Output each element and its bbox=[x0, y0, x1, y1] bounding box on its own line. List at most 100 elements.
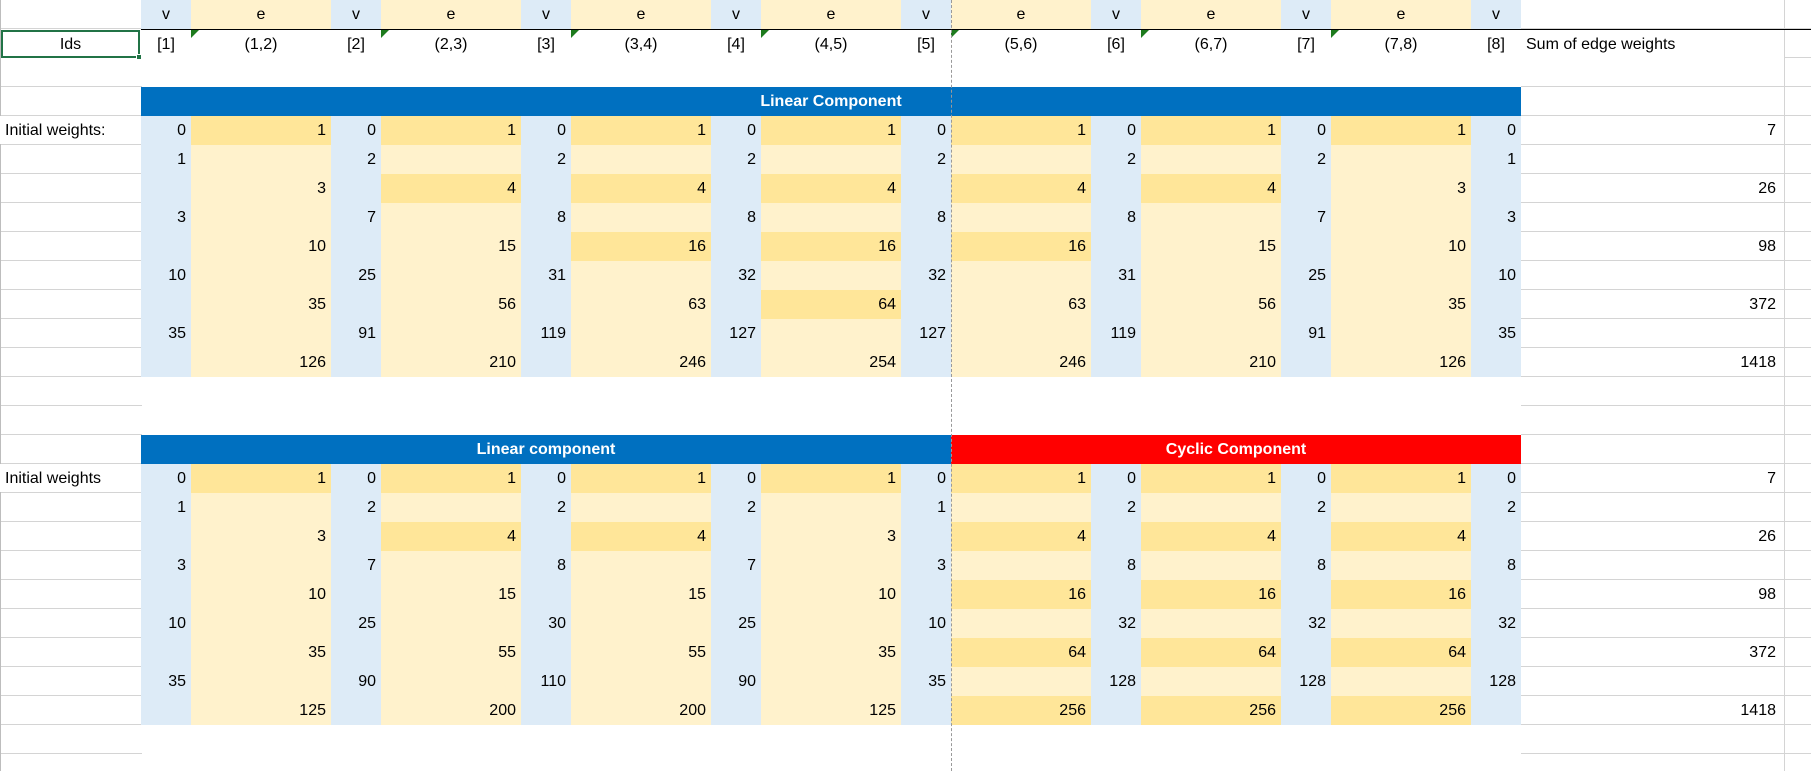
vertex-weight-cell[interactable] bbox=[1471, 290, 1521, 319]
edge-weight-cell[interactable]: 64 bbox=[761, 290, 901, 319]
edge-weight-cell[interactable]: 1 bbox=[191, 116, 331, 145]
vertex-weight-cell[interactable] bbox=[1281, 522, 1331, 551]
vertex-weight-cell[interactable]: 1 bbox=[141, 493, 191, 522]
edge-weight-cell[interactable]: 200 bbox=[571, 696, 711, 725]
edge-weight-cell[interactable] bbox=[951, 667, 1091, 696]
edge-weight-cell[interactable]: 35 bbox=[191, 638, 331, 667]
vertex-weight-cell[interactable]: 7 bbox=[331, 551, 381, 580]
vertex-weight-cell[interactable] bbox=[901, 638, 951, 667]
edge-weight-cell[interactable] bbox=[951, 319, 1091, 348]
edge-weight-cell[interactable]: 1 bbox=[381, 116, 521, 145]
edge-weight-cell[interactable]: 64 bbox=[951, 638, 1091, 667]
edge-weight-cell[interactable] bbox=[571, 609, 711, 638]
vertex-weight-cell[interactable] bbox=[1091, 638, 1141, 667]
vertex-weight-cell[interactable] bbox=[141, 174, 191, 203]
vertex-weight-cell[interactable]: 0 bbox=[331, 464, 381, 493]
vertex-weight-cell[interactable] bbox=[331, 174, 381, 203]
column-type-v[interactable]: v bbox=[1091, 0, 1141, 29]
edge-weight-cell[interactable] bbox=[1331, 145, 1471, 174]
vertex-weight-cell[interactable]: 8 bbox=[1471, 551, 1521, 580]
vertex-weight-cell[interactable]: 3 bbox=[141, 203, 191, 232]
id-cell[interactable]: [1] bbox=[141, 30, 191, 58]
vertex-weight-cell[interactable]: 2 bbox=[521, 145, 571, 174]
vertex-weight-cell[interactable]: 2 bbox=[331, 145, 381, 174]
edge-weight-cell[interactable]: 10 bbox=[1331, 232, 1471, 261]
vertex-weight-cell[interactable]: 7 bbox=[711, 551, 761, 580]
vertex-weight-cell[interactable] bbox=[1091, 174, 1141, 203]
vertex-weight-cell[interactable] bbox=[1091, 348, 1141, 377]
vertex-weight-cell[interactable]: 0 bbox=[331, 116, 381, 145]
edge-weight-cell[interactable]: 125 bbox=[191, 696, 331, 725]
edge-weight-cell[interactable]: 1 bbox=[571, 464, 711, 493]
vertex-weight-cell[interactable] bbox=[711, 580, 761, 609]
vertex-weight-cell[interactable] bbox=[1471, 696, 1521, 725]
vertex-weight-cell[interactable]: 25 bbox=[331, 261, 381, 290]
vertex-weight-cell[interactable]: 32 bbox=[1281, 609, 1331, 638]
vertex-weight-cell[interactable]: 0 bbox=[141, 464, 191, 493]
id-cell[interactable]: (6,7) bbox=[1141, 30, 1281, 58]
vertex-weight-cell[interactable]: 3 bbox=[901, 551, 951, 580]
vertex-weight-cell[interactable] bbox=[711, 522, 761, 551]
edge-weight-cell[interactable]: 56 bbox=[381, 290, 521, 319]
vertex-weight-cell[interactable] bbox=[1281, 696, 1331, 725]
edge-weight-cell[interactable]: 16 bbox=[1331, 580, 1471, 609]
edge-weight-cell[interactable] bbox=[1331, 319, 1471, 348]
edge-weight-cell[interactable]: 4 bbox=[381, 174, 521, 203]
vertex-weight-cell[interactable]: 10 bbox=[141, 609, 191, 638]
vertex-weight-cell[interactable] bbox=[141, 580, 191, 609]
vertex-weight-cell[interactable] bbox=[141, 290, 191, 319]
edge-weight-cell[interactable]: 4 bbox=[1141, 522, 1281, 551]
edge-weight-cell[interactable]: 256 bbox=[1141, 696, 1281, 725]
vertex-weight-cell[interactable] bbox=[1471, 638, 1521, 667]
id-cell[interactable]: (1,2) bbox=[191, 30, 331, 58]
id-cell[interactable]: [6] bbox=[1091, 30, 1141, 58]
vertex-weight-cell[interactable] bbox=[901, 174, 951, 203]
edge-weight-cell[interactable]: 55 bbox=[571, 638, 711, 667]
edge-weight-cell[interactable] bbox=[1331, 667, 1471, 696]
vertex-weight-cell[interactable]: 2 bbox=[901, 145, 951, 174]
edge-weight-cell[interactable]: 1 bbox=[1331, 116, 1471, 145]
edge-weight-cell[interactable] bbox=[1141, 145, 1281, 174]
edge-weight-cell[interactable]: 16 bbox=[761, 232, 901, 261]
edge-weight-cell[interactable]: 1 bbox=[571, 116, 711, 145]
edge-weight-cell[interactable]: 126 bbox=[1331, 348, 1471, 377]
edge-weight-cell[interactable]: 256 bbox=[951, 696, 1091, 725]
edge-weight-cell[interactable] bbox=[381, 261, 521, 290]
edge-weight-cell[interactable]: 64 bbox=[1331, 638, 1471, 667]
edge-weight-cell[interactable]: 1 bbox=[1331, 464, 1471, 493]
id-cell[interactable]: (3,4) bbox=[571, 30, 711, 58]
vertex-weight-cell[interactable] bbox=[1091, 696, 1141, 725]
edge-weight-cell[interactable]: 10 bbox=[191, 232, 331, 261]
id-cell[interactable]: (7,8) bbox=[1331, 30, 1471, 58]
vertex-weight-cell[interactable] bbox=[1281, 348, 1331, 377]
vertex-weight-cell[interactable] bbox=[331, 348, 381, 377]
vertex-weight-cell[interactable] bbox=[141, 232, 191, 261]
edge-weight-cell[interactable] bbox=[191, 203, 331, 232]
vertex-weight-cell[interactable] bbox=[1471, 232, 1521, 261]
vertex-weight-cell[interactable]: 35 bbox=[141, 319, 191, 348]
edge-weight-cell[interactable]: 4 bbox=[571, 174, 711, 203]
edge-weight-cell[interactable] bbox=[1331, 609, 1471, 638]
vertex-weight-cell[interactable] bbox=[521, 348, 571, 377]
edge-weight-cell[interactable]: 35 bbox=[1331, 290, 1471, 319]
sum-of-edge-weights-cell[interactable]: 26 bbox=[1521, 522, 1784, 550]
vertex-weight-cell[interactable]: 35 bbox=[1471, 319, 1521, 348]
edge-weight-cell[interactable]: 4 bbox=[951, 174, 1091, 203]
edge-weight-cell[interactable]: 4 bbox=[381, 522, 521, 551]
vertex-weight-cell[interactable]: 119 bbox=[1091, 319, 1141, 348]
vertex-weight-cell[interactable] bbox=[711, 232, 761, 261]
edge-weight-cell[interactable] bbox=[1331, 551, 1471, 580]
vertex-weight-cell[interactable] bbox=[331, 580, 381, 609]
column-type-e[interactable]: e bbox=[571, 0, 711, 29]
vertex-weight-cell[interactable]: 8 bbox=[711, 203, 761, 232]
edge-weight-cell[interactable]: 4 bbox=[951, 522, 1091, 551]
vertex-weight-cell[interactable]: 0 bbox=[521, 464, 571, 493]
vertex-weight-cell[interactable] bbox=[1471, 522, 1521, 551]
vertex-weight-cell[interactable]: 31 bbox=[521, 261, 571, 290]
vertex-weight-cell[interactable] bbox=[901, 580, 951, 609]
edge-weight-cell[interactable]: 63 bbox=[571, 290, 711, 319]
vertex-weight-cell[interactable]: 32 bbox=[901, 261, 951, 290]
edge-weight-cell[interactable] bbox=[571, 551, 711, 580]
vertex-weight-cell[interactable]: 1 bbox=[1471, 145, 1521, 174]
vertex-weight-cell[interactable] bbox=[1281, 290, 1331, 319]
